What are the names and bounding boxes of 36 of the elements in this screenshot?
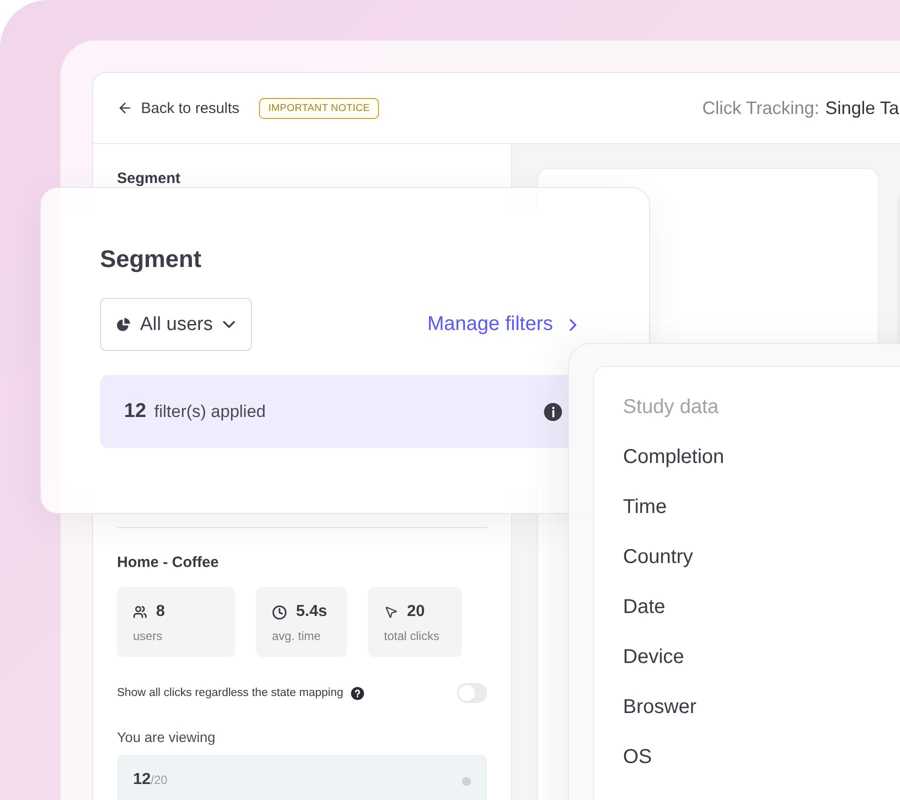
stat-label: avg. time	[272, 629, 322, 643]
pie-chart-icon	[117, 318, 130, 331]
segment-dropdown[interactable]: All users	[100, 298, 252, 351]
stat-label: users	[133, 629, 164, 643]
page-title-prefix: Click Tracking:	[702, 98, 820, 118]
info-icon	[544, 402, 562, 420]
stat-value: 20	[407, 603, 425, 621]
stat-value: 5.4s	[296, 603, 328, 621]
menu-item[interactable]: Completion	[623, 445, 900, 469]
section-title: Home - Coffee	[117, 554, 220, 571]
notice-badge: IMPORTANT NOTICE	[259, 98, 379, 118]
menu-item[interactable]: Time	[623, 495, 900, 519]
stat-value: 8	[156, 603, 165, 621]
menu-item[interactable]: Broswer	[623, 695, 900, 719]
menu-item[interactable]: Country	[623, 545, 900, 569]
help-icon	[351, 686, 364, 700]
filter-label: filter(s) applied	[154, 402, 266, 422]
segment-title: Segment	[100, 246, 202, 274]
users-icon	[133, 605, 147, 619]
stat-label: total clicks	[384, 629, 440, 643]
menu-item[interactable]: OS	[623, 745, 900, 769]
status-dot	[462, 777, 471, 786]
menu-header: Study data	[623, 395, 720, 419]
toggle-label: Show all clicks regardless the state mapping	[117, 687, 344, 699]
cursor-icon	[384, 605, 398, 619]
filter-count: 12	[124, 400, 146, 423]
back-link[interactable]: Back to results	[117, 100, 240, 116]
menu-item[interactable]: Date	[623, 595, 900, 619]
viewing-label: You are viewing	[117, 729, 216, 745]
chevron-down-icon	[222, 321, 235, 328]
sidebar-heading: Segment	[117, 170, 182, 187]
menu-item[interactable]: Device	[623, 645, 900, 669]
page-title: Single Ta	[825, 98, 899, 118]
manage-filters-link[interactable]: Manage filters	[427, 313, 583, 336]
clock-icon	[272, 604, 287, 620]
click-count: 12/20	[133, 771, 168, 789]
